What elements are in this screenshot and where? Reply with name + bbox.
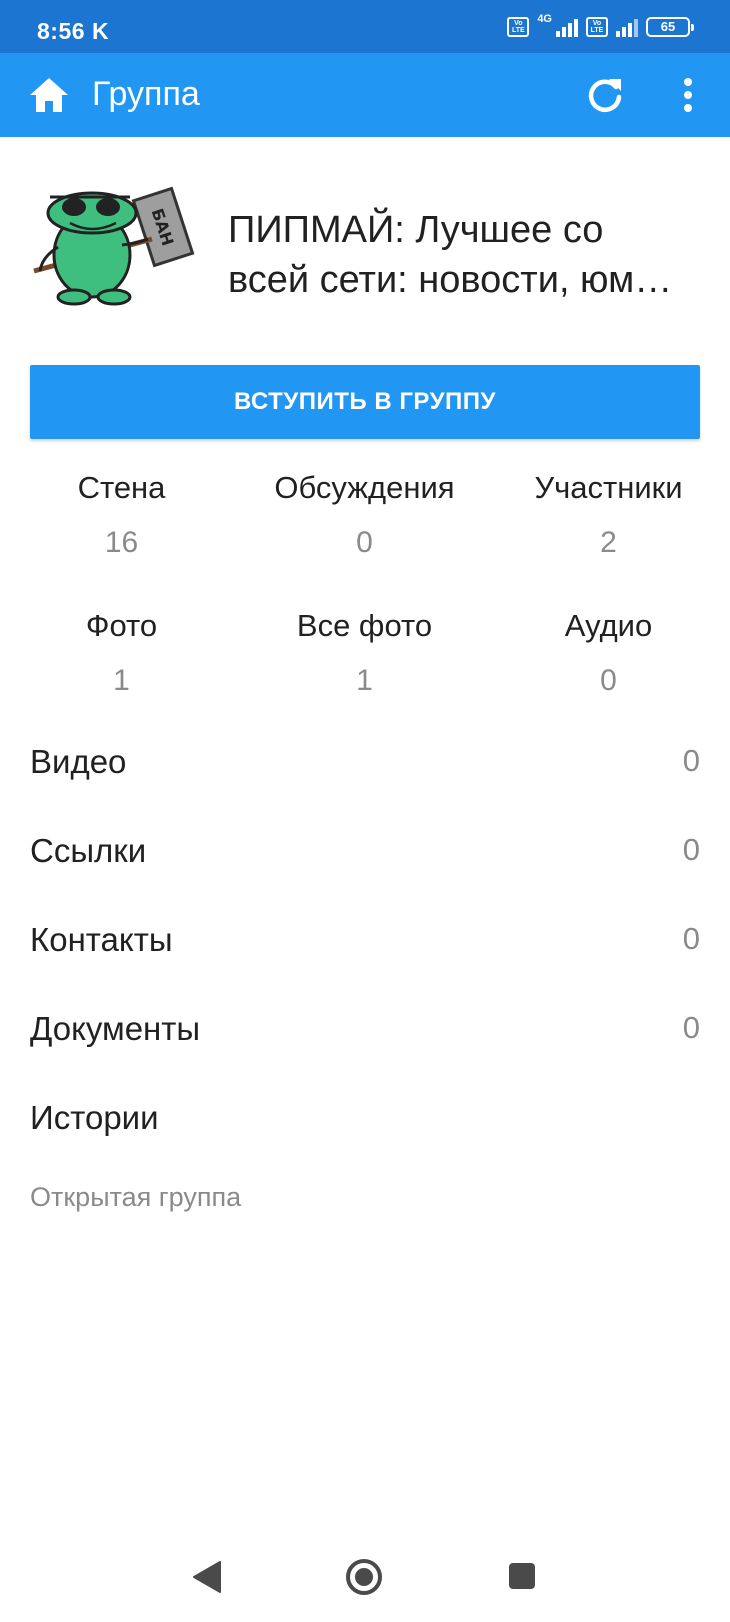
stat-value: 16 (104, 526, 139, 559)
group-type-label: Открытая группа (30, 1182, 242, 1212)
stat-value: 1 (113, 664, 130, 697)
ban-sign-icon: БАН (131, 186, 195, 268)
row-count: 0 (682, 1010, 700, 1045)
group-header: БАН ПИПМАЙ: Лучшее со всей сети: новости… (0, 137, 730, 357)
status-time: 8:56 K (37, 18, 110, 44)
row-label: Контакты (30, 921, 173, 958)
stat-value: 2 (600, 526, 617, 559)
row-label: Истории (30, 1099, 159, 1136)
row-stories[interactable]: Истории (30, 1099, 700, 1159)
stat-label: Обсуждения (274, 470, 455, 505)
signal-icon (556, 17, 578, 37)
group-name: ПИПМАЙ: Лучшее со всей сети: новости, юм… (228, 209, 673, 301)
recent-apps-icon[interactable] (508, 1562, 536, 1590)
network-type-label: 4G (537, 13, 552, 25)
more-vert-icon[interactable] (670, 75, 706, 115)
row-label: Документы (30, 1010, 201, 1047)
back-icon[interactable] (190, 1560, 222, 1594)
volte-icon-2: Vo LTE (586, 17, 608, 37)
stat-value: 0 (356, 526, 373, 559)
stat-label: Все фото (296, 608, 433, 643)
row-links[interactable]: Ссылки 0 (30, 832, 700, 892)
stat-wall[interactable]: Стена 16 (0, 470, 243, 560)
stat-value: 0 (600, 664, 617, 697)
stat-photos[interactable]: Фото 1 (0, 608, 243, 698)
volte-icon: Vo LTE (507, 17, 530, 37)
battery-icon: 65 (646, 17, 694, 37)
stat-all-photos[interactable]: Все фото 1 (243, 608, 486, 698)
home-icon[interactable] (28, 75, 70, 115)
stat-audio[interactable]: Аудио 0 (487, 608, 730, 698)
signal-icon-2 (616, 17, 638, 37)
join-group-button[interactable]: ВСТУПИТЬ В ГРУППУ (30, 365, 700, 439)
stat-members[interactable]: Участники 2 (487, 470, 730, 560)
stat-value: 1 (356, 664, 373, 697)
row-documents[interactable]: Документы 0 (30, 1010, 700, 1070)
carrier-icon: K (91, 18, 110, 44)
row-count: 0 (682, 832, 700, 867)
row-video[interactable]: Видео 0 (30, 743, 700, 803)
system-nav-bar (0, 1540, 730, 1622)
stat-label: Участники (534, 470, 683, 505)
row-count: 0 (682, 743, 700, 778)
refresh-icon[interactable] (585, 75, 625, 115)
stat-discussions[interactable]: Обсуждения 0 (243, 470, 486, 560)
stat-label: Стена (77, 470, 166, 505)
row-label: Видео (30, 743, 127, 780)
app-bar: Группа (0, 53, 730, 137)
row-count: 0 (682, 921, 700, 956)
group-avatar: БАН (33, 186, 195, 306)
status-bar: 8:56 K Vo LTE 4G Vo LTE 65 (0, 0, 730, 53)
nav-home-icon[interactable] (344, 1557, 384, 1597)
stat-label: Фото (85, 608, 158, 643)
row-label: Ссылки (30, 832, 147, 869)
stat-label: Аудио (564, 608, 653, 643)
row-contacts[interactable]: Контакты 0 (30, 921, 700, 981)
status-icons: Vo LTE 4G Vo LTE 65 (507, 13, 694, 40)
page-title: Группа (92, 75, 200, 113)
